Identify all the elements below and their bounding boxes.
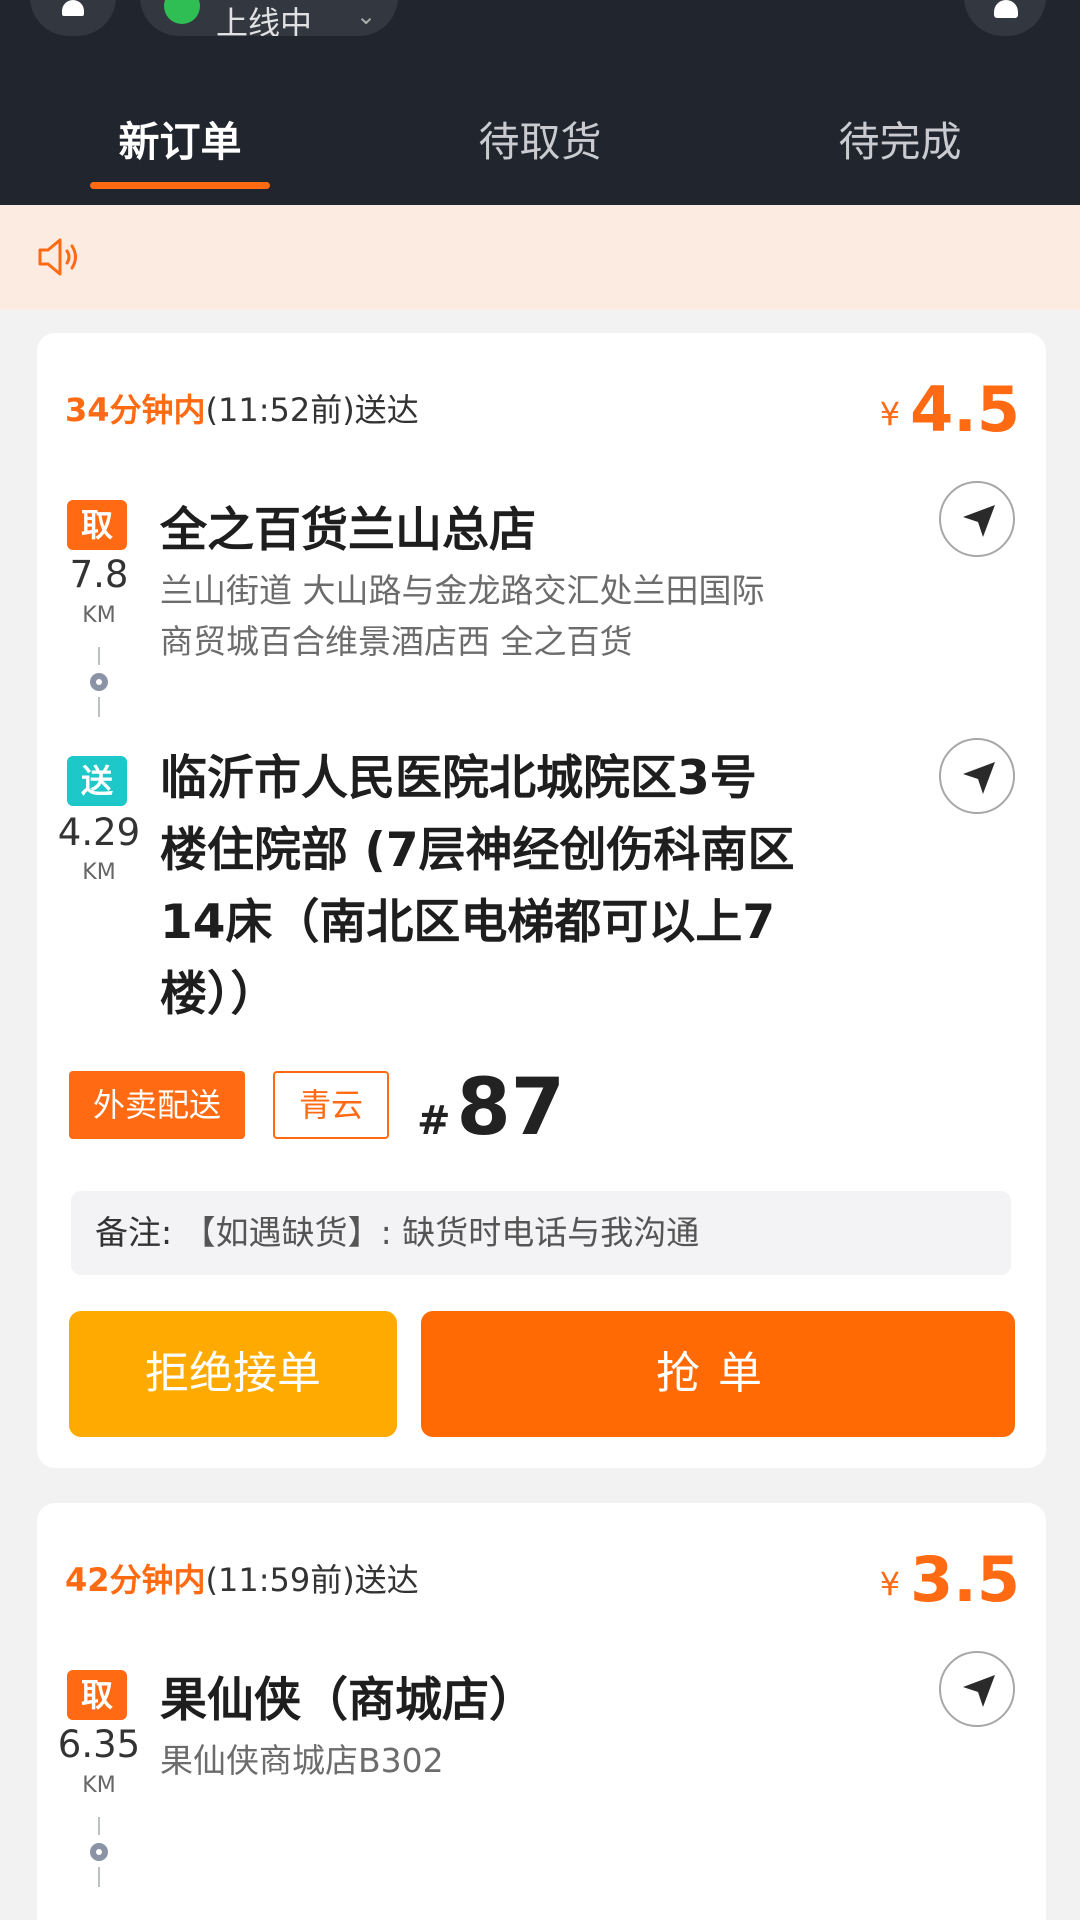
platform-tag: 青云 — [273, 1071, 389, 1139]
pickup-address: 兰山街道 大山路与金龙路交汇处兰田国际 商贸城百合维景酒店西 全之百货 — [160, 565, 765, 667]
route-line — [98, 697, 100, 717]
location-pin-icon — [90, 1843, 108, 1861]
active-tab-indicator — [90, 182, 270, 189]
tab-new-orders[interactable]: 新订单 — [50, 108, 310, 168]
navigate-pickup-button[interactable] — [939, 1651, 1015, 1727]
online-status-icon — [164, 0, 200, 24]
dropoff-distance-unit: KM — [82, 860, 116, 885]
order-number: #87 — [417, 1063, 565, 1153]
fee-amount: 4.5 — [910, 373, 1020, 446]
pickup-distance-unit: KM — [82, 1773, 116, 1798]
announcement-bar[interactable] — [0, 205, 1080, 310]
speaker-icon — [38, 238, 77, 276]
delivery-type-tag: 外卖配送 — [69, 1071, 245, 1139]
route-line — [98, 1867, 100, 1887]
note-text: 【如遇缺货】: 缺货时电话与我沟通 — [182, 1213, 700, 1252]
order-number-hash: # — [417, 1098, 451, 1144]
deadline-time: (11:52前)送达 — [205, 391, 419, 429]
delivery-deadline: 42分钟内(11:59前)送达 — [65, 1555, 419, 1601]
dropoff-address: 临沂市人民医院北城院区3号 楼住院部 (7层神经创伤科南区 14床（南北区电梯都… — [160, 743, 840, 1031]
location-pin-icon — [90, 673, 108, 691]
chevron-down-icon: ⌄ — [356, 2, 377, 30]
tab-awaiting-completion[interactable]: 待完成 — [770, 108, 1030, 168]
dropoff-address-line: 14床（南北区电梯都可以上7 — [160, 895, 776, 950]
profile-button[interactable] — [30, 0, 116, 36]
pickup-address-line: 果仙侠商城店B302 — [160, 1741, 444, 1780]
order-card[interactable]: 42分钟内(11:59前)送达 ¥3.5 取 6.35 KM 果仙侠（商城店） … — [37, 1503, 1046, 1920]
delivery-fee: ¥3.5 — [880, 1543, 1020, 1616]
dropoff-address-line: 楼）） — [160, 967, 278, 1022]
navigate-pickup-button[interactable] — [939, 481, 1015, 557]
tab-awaiting-pickup[interactable]: 待取货 — [410, 108, 670, 168]
app-header: 上线中 ⌄ 新订单 待取货 待完成 — [0, 0, 1080, 205]
order-card[interactable]: 34分钟内(11:52前)送达 ¥4.5 取 7.8 KM 全之百货兰山总店 兰… — [37, 333, 1046, 1468]
deadline-duration: 42分钟内 — [65, 1561, 206, 1599]
reject-order-button[interactable]: 拒绝接单 — [69, 1311, 397, 1437]
dropoff-address-line: 楼住院部 (7层神经创伤科南区 — [160, 823, 795, 878]
pickup-address-line: 商贸城百合维景酒店西 全之百货 — [160, 622, 633, 661]
route-line — [98, 1817, 100, 1835]
currency-symbol: ¥ — [879, 395, 901, 433]
pickup-distance: 6.35 — [57, 1723, 141, 1766]
delivery-deadline: 34分钟内(11:52前)送达 — [65, 385, 419, 431]
grab-order-button[interactable]: 抢单 — [421, 1311, 1015, 1437]
pickup-address-line: 兰山街道 大山路与金龙路交汇处兰田国际 — [160, 571, 765, 610]
notifications-button[interactable] — [964, 0, 1046, 36]
navigate-icon — [963, 1675, 995, 1707]
pickup-distance: 7.8 — [69, 553, 129, 596]
order-note: 备注: 【如遇缺货】: 缺货时电话与我沟通 — [71, 1191, 1011, 1275]
deadline-time: (11:59前)送达 — [205, 1561, 419, 1599]
fee-amount: 3.5 — [910, 1543, 1020, 1616]
note-label: 备注: — [95, 1213, 173, 1252]
pickup-distance-unit: KM — [82, 603, 116, 628]
currency-symbol: ¥ — [879, 1565, 901, 1603]
pickup-badge: 取 — [67, 1670, 127, 1720]
bell-icon — [994, 0, 1018, 18]
route-line — [98, 647, 100, 665]
online-status-label: 上线中 — [216, 4, 313, 36]
pickup-store-name: 果仙侠（商城店） — [160, 1673, 536, 1728]
pickup-address: 果仙侠商城店B302 — [160, 1735, 444, 1786]
dropoff-badge: 送 — [67, 756, 127, 806]
navigate-icon — [963, 762, 995, 794]
navigate-dropoff-button[interactable] — [939, 738, 1015, 814]
dropoff-address-line: 临沂市人民医院北城院区3号 — [160, 751, 757, 806]
order-number-value: 87 — [456, 1063, 566, 1153]
delivery-fee: ¥4.5 — [880, 373, 1020, 446]
online-status-toggle[interactable]: 上线中 ⌄ — [140, 0, 398, 36]
deadline-duration: 34分钟内 — [65, 391, 206, 429]
dropoff-distance: 4.29 — [57, 811, 141, 854]
pickup-badge: 取 — [67, 500, 127, 550]
pickup-store-name: 全之百货兰山总店 — [160, 503, 536, 558]
navigate-icon — [963, 505, 995, 537]
user-icon — [62, 0, 84, 16]
